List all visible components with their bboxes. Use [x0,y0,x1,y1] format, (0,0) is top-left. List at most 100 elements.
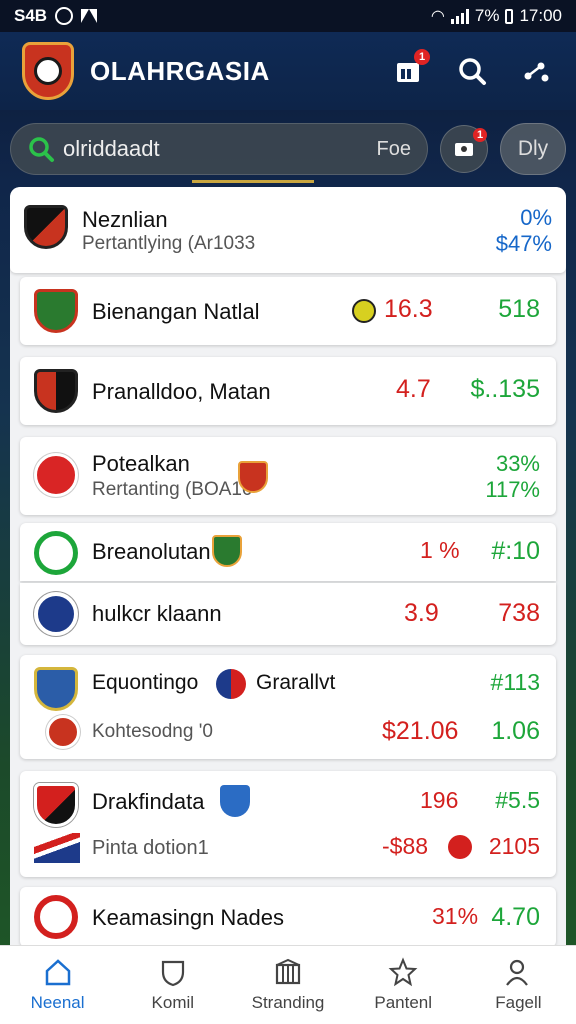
list-item[interactable]: Drakfindata 196 #5.5 Pinta dotion1 -$88 … [20,771,556,877]
filter-button[interactable]: Dly [500,123,566,175]
team-name: Neznlian [82,207,168,232]
app-header: OLAHRGASIA 1 [0,32,576,110]
team-subtitle: Rertanting (BOA10 [92,479,253,500]
status-bar: S4B ◠ 7% 17:00 [0,0,576,32]
team-crest-icon [34,667,78,711]
tab-indicator [192,180,314,184]
search-suffix: Foe [376,137,411,160]
odds-value: 33% [495,451,540,476]
team-subtitle: Pertantlying (Ar1033 [82,233,256,254]
team-crest-icon [34,369,78,413]
tickets-button[interactable]: 1 [440,125,488,173]
search-row: olriddaadt Foe 1 Dly [10,122,566,176]
nav-standing[interactable]: Stranding [230,946,345,1024]
team-name: Keamasingn Nades [92,905,285,930]
team-crest-icon [34,592,78,636]
team-crest-icon [24,205,68,249]
nav-label: Stranding [251,993,325,1012]
odds-value: 196 [420,787,459,813]
share-button[interactable] [518,53,554,89]
list-item[interactable]: Pranalldoo, Matan 4.7 $..135 [20,357,556,425]
battery-icon [505,8,514,24]
nav-home[interactable]: Neenal [0,946,115,1024]
team-crest-icon [34,895,78,939]
vpn-icon [55,7,74,25]
notifications-button[interactable]: 1 [390,49,430,89]
nav-label: Pantenl [374,993,433,1012]
team-name: Breanolutan [92,539,211,564]
team-crest-icon [34,531,78,575]
odds-value: 0% [520,205,552,230]
team-crest-icon [34,453,78,497]
app-logo[interactable] [22,42,74,100]
live-icon [352,299,376,323]
odds-value: #:10 [491,537,540,565]
odds-value: 3.9 [404,599,439,627]
home-icon [43,957,73,987]
team-name: hulkcr klaann [92,601,222,626]
share-icon [524,62,549,82]
team-crest-icon [46,715,80,749]
list-item[interactable]: Bienangan Natlal 16.3 518 [20,277,556,345]
team-crest-icon [216,669,246,699]
nav-label: Fagell [495,993,542,1012]
team-name: Equontingo [92,671,199,694]
team-crest-icon [34,783,78,827]
odds-value: 31% [432,903,479,929]
odds-value: 2105 [488,833,540,859]
nav-pantenl[interactable]: Pantenl [346,946,461,1024]
list-item[interactable]: Neznlian Pertantlying (Ar1033 0% $47% [10,187,566,273]
search-query: olriddaadt [63,136,160,161]
match-list: Neznlian Pertantlying (Ar1033 0% $47% Bi… [10,187,566,947]
app-title: OLAHRGASIA [90,55,270,86]
search-icon [459,58,486,85]
team-subtitle: Kohtesodng '0 [92,721,213,742]
nav-komil[interactable]: Komil [115,946,230,1024]
odds-value: 1 % [420,537,460,563]
list-item[interactable]: Potealkan Rertanting (BOA10 33% 117% [20,437,556,515]
team-crest-icon [34,289,78,333]
team-flag-icon [34,833,80,863]
odds-value: 4.70 [491,903,540,931]
ticket-icon [455,143,473,156]
shield-icon [158,957,188,987]
odds-value: #113 [490,669,540,695]
search-input[interactable]: olriddaadt Foe [10,123,428,175]
odds-value: 518 [498,295,540,323]
odds-value: #5.5 [495,787,540,813]
notifications-badge: 1 [414,49,430,65]
team-name: Bienangan Natlal [92,299,260,324]
wifi-icon: ◠ [430,8,445,25]
team-name: Potealkan [92,451,190,476]
team-name: Drakfindata [92,789,205,814]
odds-value: $47% [495,231,552,256]
odds-value: 738 [498,599,540,627]
team-name-away: Grarallvt [256,671,336,694]
notification-icon [81,9,98,23]
signal-icon [450,8,469,24]
nav-label: Neenal [30,993,85,1012]
team-crest-icon [220,785,250,817]
tickets-badge: 1 [473,128,487,142]
odds-value: 16.3 [384,295,433,323]
clock: 17:00 [519,6,562,25]
search-button[interactable] [454,53,490,89]
battery-label: 7% [474,6,500,25]
carrier-label: S4B [14,6,48,25]
odds-value: $21.06 [382,717,459,745]
list-item[interactable]: Equontingo Grarallvt #113 Kohtesodng '0 … [20,655,556,759]
team-name: Pranalldoo, Matan [92,379,271,404]
profile-icon [503,957,533,987]
star-icon [388,957,418,987]
list-item[interactable]: Keamasingn Nades 31% 4.70 [20,887,556,947]
odds-value: 1.06 [491,717,540,745]
list-item[interactable]: Breanolutan 1 % #:10 [20,523,556,581]
odds-value: $..135 [470,375,540,403]
nav-profile[interactable]: Fagell [461,946,576,1024]
list-item[interactable]: hulkcr klaann 3.9 738 [20,583,556,645]
nav-label: Komil [151,993,195,1012]
odds-value: 4.7 [396,375,431,403]
fire-icon [448,835,472,859]
search-icon [29,137,54,162]
odds-value: 117% [485,477,540,502]
